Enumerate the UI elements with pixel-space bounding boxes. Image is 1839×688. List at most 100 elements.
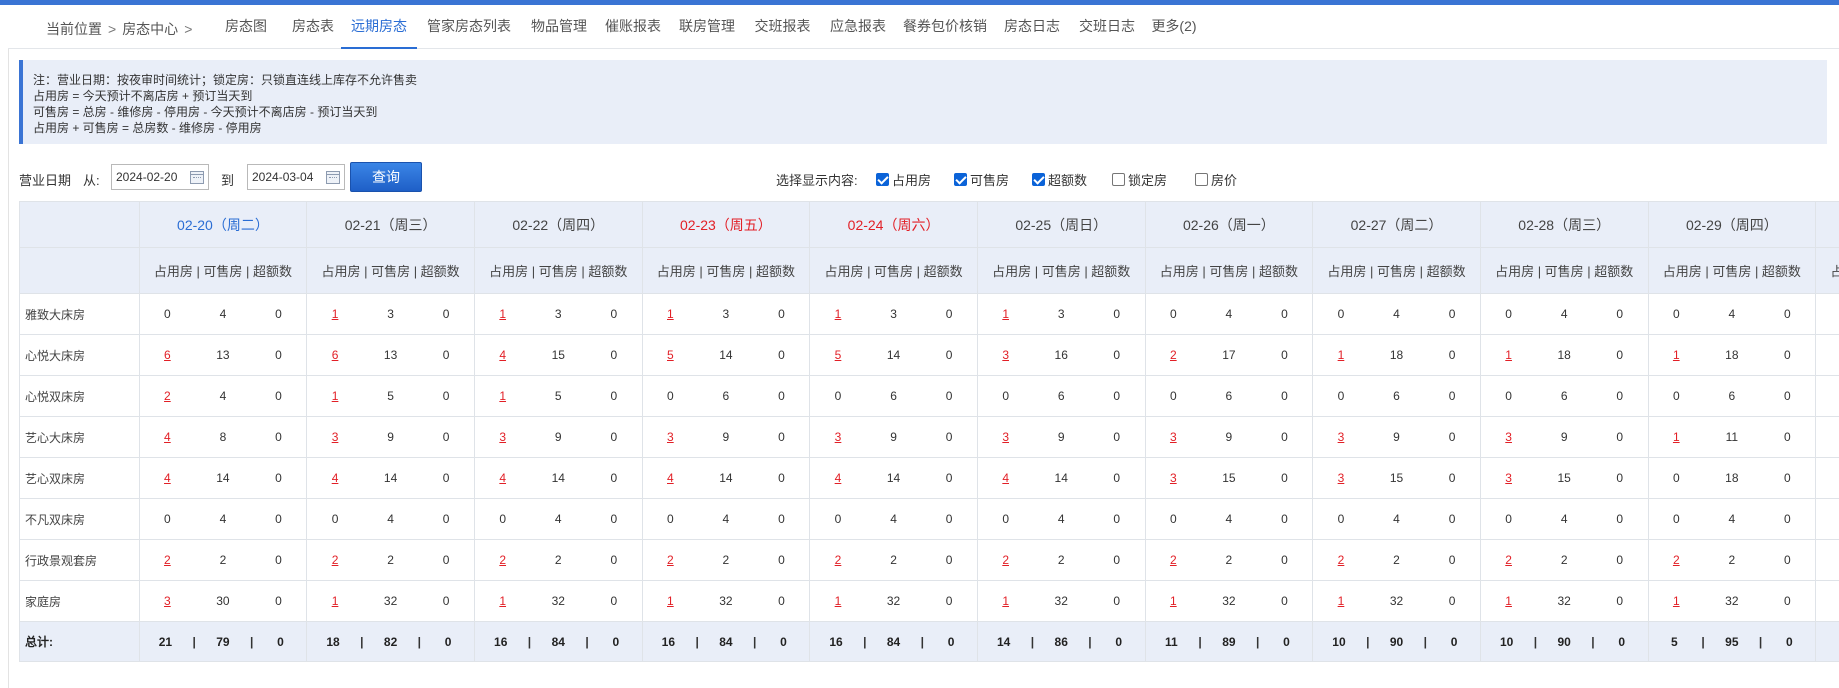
- occupied-link[interactable]: 4: [643, 471, 699, 485]
- occupied-link[interactable]: 3: [810, 430, 866, 444]
- display-option[interactable]: 占用房: [876, 170, 931, 189]
- occupied-link[interactable]: 3: [307, 430, 363, 444]
- option-label: 占用房: [892, 173, 932, 188]
- checkbox[interactable]: [876, 173, 889, 186]
- available-value: 3: [722, 307, 730, 321]
- occupied-link[interactable]: 1: [978, 307, 1034, 321]
- occupied-link[interactable]: 1: [1313, 594, 1369, 608]
- occupied-link[interactable]: 1: [1146, 594, 1202, 608]
- occupied-link[interactable]: 4: [475, 471, 531, 485]
- occupied-link[interactable]: 1: [1649, 430, 1705, 444]
- occupied-link[interactable]: 5: [643, 348, 699, 362]
- checkbox[interactable]: [1195, 173, 1208, 186]
- occupied-link[interactable]: 3: [1313, 430, 1369, 444]
- occupied-link[interactable]: 2: [140, 553, 196, 567]
- tab-5[interactable]: 催账报表: [597, 5, 669, 49]
- occupied-link[interactable]: 1: [475, 594, 531, 608]
- display-option[interactable]: 可售房: [954, 170, 1009, 189]
- tab-8[interactable]: 应急报表: [820, 5, 896, 49]
- tab-7[interactable]: 交班报表: [745, 5, 820, 49]
- tab-10[interactable]: 房态日志: [994, 5, 1070, 49]
- display-option[interactable]: 超额数: [1032, 170, 1087, 189]
- tab-6[interactable]: 联房管理: [669, 5, 745, 49]
- checkbox[interactable]: [1112, 173, 1125, 186]
- occupied-link[interactable]: 2: [1649, 553, 1705, 567]
- tab-4[interactable]: 物品管理: [521, 5, 597, 49]
- tab-2[interactable]: 远期房态: [341, 5, 417, 49]
- occupied-link[interactable]: 2: [1481, 553, 1537, 567]
- occupied-link[interactable]: 1: [1481, 594, 1537, 608]
- occupied-link[interactable]: 1: [643, 307, 699, 321]
- occupied-link[interactable]: 3: [1146, 471, 1202, 485]
- occupied-link[interactable]: 1: [1649, 594, 1705, 608]
- occupied-link[interactable]: 3: [643, 430, 699, 444]
- occupied-link[interactable]: 4: [978, 471, 1034, 485]
- tab-11[interactable]: 交班日志: [1070, 5, 1144, 49]
- occupied-link[interactable]: 3: [1146, 430, 1202, 444]
- occupied-link[interactable]: 4: [475, 348, 531, 362]
- total-value: 5: [1816, 635, 1839, 649]
- occupied-link[interactable]: 1: [1649, 348, 1705, 362]
- occupied-link[interactable]: 4: [307, 471, 363, 485]
- occupied-link[interactable]: 2: [1816, 553, 1839, 567]
- occupied-link[interactable]: 2: [1146, 553, 1202, 567]
- occupied-link[interactable]: 2: [475, 553, 531, 567]
- forward-room-status-table: 02-20（周二） 02-21（周三） 02-22（周四） 02-23（周五） 02-2…: [19, 201, 1839, 663]
- tab-9[interactable]: 餐券包价核销: [896, 5, 994, 49]
- calendar-icon[interactable]: [190, 171, 204, 184]
- overbooked-value: 0: [442, 594, 450, 608]
- occupied-link[interactable]: 6: [140, 348, 196, 362]
- occupied-link[interactable]: 1: [475, 307, 531, 321]
- occupied-link[interactable]: 1: [978, 594, 1034, 608]
- occupied-link[interactable]: 1: [643, 594, 699, 608]
- occupied-link[interactable]: 2: [978, 553, 1034, 567]
- occupied-link[interactable]: 1: [307, 389, 363, 403]
- occupied-link[interactable]: 4: [140, 471, 196, 485]
- occupied-link[interactable]: 1: [810, 307, 866, 321]
- occupied-link[interactable]: 3: [1313, 471, 1369, 485]
- display-option[interactable]: 锁定房: [1112, 170, 1167, 189]
- occupied-link[interactable]: 5: [810, 348, 866, 362]
- occupied-link[interactable]: 3: [978, 348, 1034, 362]
- occupied-link[interactable]: 1: [307, 307, 363, 321]
- occupied-link[interactable]: 1: [1816, 594, 1839, 608]
- breadcrumb-center[interactable]: 房态中心: [122, 21, 178, 37]
- occupied-link[interactable]: 4: [140, 430, 196, 444]
- occupied-link[interactable]: 2: [643, 553, 699, 567]
- occupied-link[interactable]: 6: [307, 348, 363, 362]
- from-date-input[interactable]: 2024-02-20: [111, 164, 209, 190]
- breadcrumb-separator: >: [184, 21, 193, 37]
- occupied-link[interactable]: 1: [1816, 430, 1839, 444]
- occupied-link[interactable]: 1: [1816, 348, 1839, 362]
- occupied-link[interactable]: 2: [140, 389, 196, 403]
- occupied-link[interactable]: 3: [1481, 430, 1537, 444]
- occupied-link[interactable]: 1: [1481, 348, 1537, 362]
- occupied-link[interactable]: 4: [810, 471, 866, 485]
- overbooked-value: 0: [1281, 307, 1288, 321]
- occupied-link[interactable]: 1: [475, 389, 531, 403]
- query-button[interactable]: 查询: [350, 162, 422, 192]
- overbooked-value: 0: [945, 471, 953, 485]
- occupied-link[interactable]: 3: [1481, 471, 1537, 485]
- tab-1[interactable]: 房态表: [278, 5, 348, 49]
- overbooked-value: 0: [1616, 307, 1624, 321]
- occupied-link[interactable]: 3: [140, 594, 196, 608]
- occupied-link[interactable]: 1: [307, 594, 363, 608]
- to-date-input[interactable]: 2024-03-04: [247, 164, 345, 190]
- occupied-link[interactable]: 2: [810, 553, 866, 567]
- checkbox[interactable]: [1032, 173, 1045, 186]
- occupied-link[interactable]: 1: [810, 594, 866, 608]
- occupied-link[interactable]: 2: [1146, 348, 1202, 362]
- occupied-link[interactable]: 1: [1313, 348, 1369, 362]
- occupied-link[interactable]: 3: [978, 430, 1034, 444]
- calendar-icon[interactable]: [326, 171, 340, 184]
- occupied-link[interactable]: 2: [307, 553, 363, 567]
- breadcrumb: 当前位置 > 房态中心 >: [46, 19, 198, 39]
- checkbox[interactable]: [954, 173, 967, 186]
- tab-0[interactable]: 房态图: [213, 5, 279, 49]
- occupied-link[interactable]: 2: [1313, 553, 1369, 567]
- occupied-link[interactable]: 3: [475, 430, 531, 444]
- tab-3[interactable]: 管家房态列表: [417, 5, 521, 49]
- tab-12[interactable]: 更多(2): [1144, 5, 1204, 49]
- display-option[interactable]: 房价: [1195, 170, 1237, 189]
